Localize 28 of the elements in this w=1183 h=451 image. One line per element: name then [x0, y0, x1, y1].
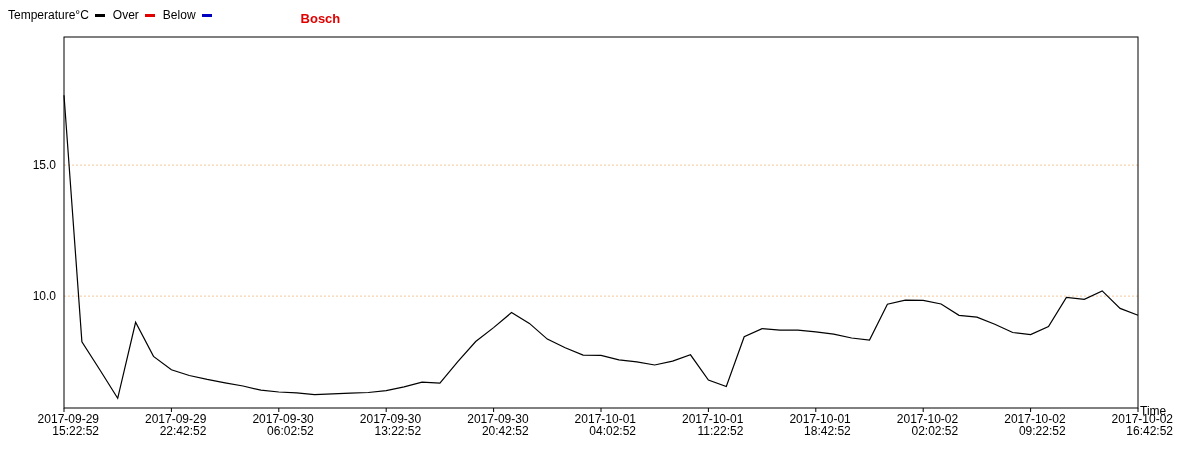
chart-title: Bosch: [300, 10, 341, 26]
x-tick-mark: [278, 407, 280, 413]
x-tick-mark: [63, 407, 65, 413]
legend-swatch: [94, 13, 105, 17]
x-tick-mark: [170, 407, 172, 413]
x-tick-label: 2017-10-01 18:42:52: [789, 412, 851, 438]
x-tick-label: 2017-09-30 13:22:52: [359, 412, 422, 438]
legend-label: Temperature°C: [8, 8, 89, 22]
x-tick-mark: [600, 407, 602, 413]
x-tick-label: 2017-10-01 04:02:52: [574, 412, 636, 438]
x-tick-label: 2017-10-02 09:22:52: [1004, 412, 1066, 438]
x-tick-label: 2017-09-29 15:22:52: [37, 412, 99, 438]
x-tick-label: 2017-09-30 06:02:52: [252, 412, 314, 438]
x-tick-label: 2017-10-02 02:02:52: [896, 412, 959, 438]
x-tick-label: 2017-09-30 20:42:52: [467, 412, 529, 438]
x-tick-mark: [1137, 407, 1139, 413]
legend-label: Below: [162, 8, 196, 22]
y-tick-label: 15.0: [32, 158, 56, 173]
x-tick-mark: [815, 407, 817, 413]
legend-label: Over: [112, 8, 139, 22]
x-tick-label: 2017-10-01 11:22:52: [682, 412, 744, 438]
x-tick-mark: [493, 407, 495, 413]
y-tick-label: 10.0: [32, 289, 56, 304]
x-tick-label: 2017-09-29 22:42:52: [145, 412, 207, 438]
x-tick-mark: [385, 407, 387, 413]
x-tick-mark: [707, 407, 709, 413]
x-tick-mark: [922, 407, 924, 413]
x-tick-mark: [1030, 407, 1032, 413]
